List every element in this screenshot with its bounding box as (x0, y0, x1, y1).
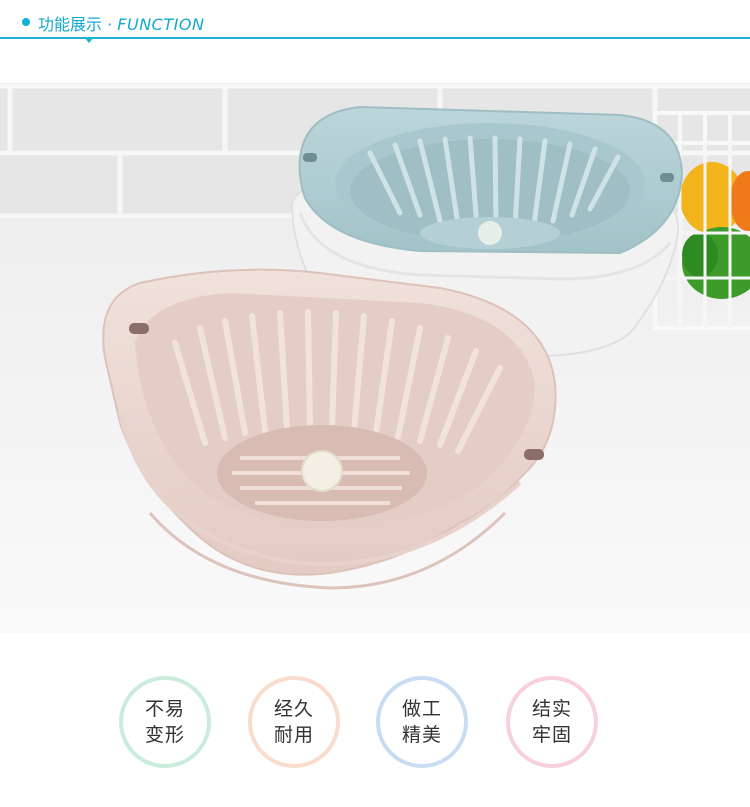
feature-badge-sturdy: 结实 牢固 (506, 676, 598, 768)
feature-line-2: 变形 (144, 724, 185, 746)
product-photo-illustration (0, 83, 750, 633)
feature-badge-durable: 经久 耐用 (248, 676, 340, 768)
feature-badge-not-deform: 不易 变形 (119, 676, 211, 768)
section-header: 功能展示 · FUNCTION (0, 0, 750, 60)
section-title-cn: 功能展示 (38, 15, 103, 34)
header-divider (0, 37, 750, 39)
feature-badge-fine-craft: 做工 精美 (376, 676, 468, 768)
section-title: 功能展示 · FUNCTION (38, 11, 204, 35)
divider-notch-icon (84, 37, 94, 43)
title-separator: · (107, 15, 113, 34)
feature-line-1: 结实 (531, 698, 572, 720)
section-title-en: FUNCTION (117, 15, 205, 34)
feature-line-1: 经久 (273, 698, 314, 720)
feature-badges: 不易 变形 经久 耐用 做工 精美 结实 牢固 (0, 676, 750, 776)
bullet-dot-icon (22, 18, 30, 26)
feature-line-2: 耐用 (273, 724, 314, 746)
feature-line-2: 牢固 (531, 724, 572, 746)
feature-line-2: 精美 (401, 724, 442, 746)
product-photo (0, 83, 750, 633)
feature-line-1: 做工 (401, 698, 442, 720)
feature-line-1: 不易 (144, 698, 185, 720)
